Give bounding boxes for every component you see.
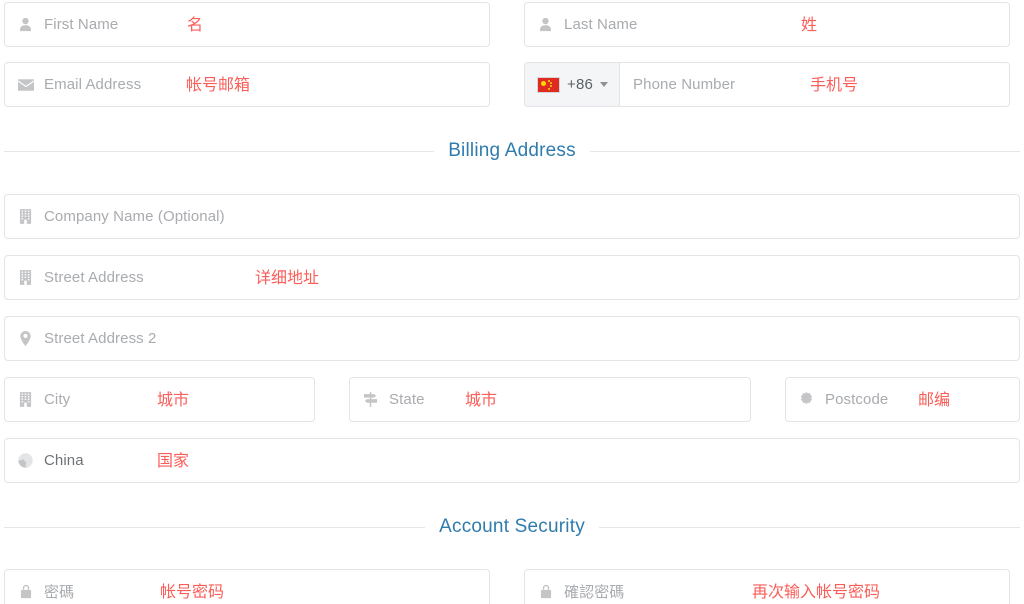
- column-gap: [490, 2, 524, 47]
- lock-icon: [17, 583, 34, 600]
- divider-left: [4, 526, 426, 528]
- phone-number-input[interactable]: Phone Number 手机号: [620, 63, 1009, 106]
- first-name-field[interactable]: First Name 名: [4, 2, 490, 47]
- first-name-placeholder: First Name: [44, 16, 119, 33]
- country-annotation: 国家: [157, 450, 190, 470]
- china-flag-icon: [537, 76, 560, 93]
- street-address-2-placeholder: Street Address 2: [44, 330, 157, 347]
- confirm-password-placeholder: 確認密碼: [564, 584, 625, 601]
- registration-form: First Name 名 Last Name 姓 Email Address 帐…: [0, 2, 1024, 604]
- divider-right: [589, 150, 1020, 152]
- account-security-heading: Account Security: [4, 516, 1021, 538]
- street-address-placeholder: Street Address: [44, 269, 144, 286]
- company-row: Company Name (Optional): [4, 194, 1020, 239]
- last-name-annotation: 姓: [801, 14, 818, 34]
- building-icon: [17, 208, 34, 225]
- company-name-placeholder: Company Name (Optional): [44, 208, 225, 225]
- country-code-select[interactable]: +86: [525, 63, 621, 106]
- company-name-field[interactable]: Company Name (Optional): [4, 194, 1020, 239]
- password-field[interactable]: 密碼 帐号密码: [4, 569, 490, 604]
- last-name-field[interactable]: Last Name 姓: [524, 2, 1010, 47]
- password-row: 密碼 帐号密码 確認密碼 再次输入帐号密码: [4, 569, 1020, 604]
- email-field[interactable]: Email Address 帐号邮箱: [4, 62, 490, 107]
- column-gap: [490, 62, 524, 107]
- column-gap: [751, 377, 785, 422]
- state-field[interactable]: State 城市: [349, 377, 751, 422]
- certificate-icon: [798, 391, 815, 408]
- divider-right: [598, 526, 1021, 528]
- street-address-2-field[interactable]: Street Address 2: [4, 316, 1020, 361]
- confirm-password-annotation: 再次输入帐号密码: [752, 581, 881, 601]
- user-icon: [17, 16, 34, 33]
- country-value: China: [44, 452, 84, 469]
- street-address-field[interactable]: Street Address 详细地址: [4, 255, 1020, 300]
- map-marker-icon: [17, 330, 34, 347]
- city-annotation: 城市: [157, 389, 190, 409]
- confirm-password-field[interactable]: 確認密碼 再次输入帐号密码: [524, 569, 1010, 604]
- password-placeholder: 密碼: [44, 584, 75, 601]
- map-signs-icon: [362, 391, 379, 408]
- user-icon: [537, 16, 554, 33]
- chevron-down-icon: [600, 82, 609, 87]
- globe-icon: [17, 452, 34, 469]
- building-icon: [17, 269, 34, 286]
- envelope-icon: [17, 76, 34, 93]
- building-icon: [17, 391, 34, 408]
- city-field[interactable]: City 城市: [4, 377, 315, 422]
- street-address-annotation: 详细地址: [255, 267, 320, 287]
- country-code-value: +86: [567, 76, 594, 93]
- first-name-annotation: 名: [187, 14, 204, 34]
- password-annotation: 帐号密码: [160, 581, 225, 601]
- billing-address-title: Billing Address: [448, 140, 576, 161]
- contact-row: Email Address 帐号邮箱 +86 Phone Number 手机号: [4, 62, 1020, 107]
- postcode-annotation: 邮编: [918, 389, 951, 409]
- account-security-title: Account Security: [439, 516, 585, 537]
- state-placeholder: State: [389, 391, 425, 408]
- postcode-field[interactable]: Postcode 邮编: [785, 377, 1020, 422]
- lock-icon: [537, 583, 554, 600]
- street-address-row: Street Address 详细地址: [4, 255, 1020, 300]
- city-state-postcode-row: City 城市 State 城市 Postcode 邮编: [4, 377, 1020, 422]
- billing-address-heading: Billing Address: [4, 140, 1020, 162]
- postcode-placeholder: Postcode: [825, 391, 889, 408]
- divider-left: [4, 150, 435, 152]
- name-row: First Name 名 Last Name 姓: [4, 2, 1020, 47]
- phone-annotation: 手机号: [810, 74, 859, 94]
- country-row: China 国家: [4, 438, 1020, 483]
- phone-field-group: +86 Phone Number 手机号: [524, 62, 1010, 107]
- city-placeholder: City: [44, 391, 71, 408]
- country-field[interactable]: China 国家: [4, 438, 1020, 483]
- phone-placeholder: Phone Number: [633, 76, 736, 93]
- column-gap: [315, 377, 349, 422]
- last-name-placeholder: Last Name: [564, 16, 638, 33]
- state-annotation: 城市: [465, 389, 498, 409]
- column-gap: [490, 569, 524, 604]
- email-annotation: 帐号邮箱: [186, 74, 251, 94]
- email-placeholder: Email Address: [44, 76, 142, 93]
- street-address-2-row: Street Address 2: [4, 316, 1020, 361]
